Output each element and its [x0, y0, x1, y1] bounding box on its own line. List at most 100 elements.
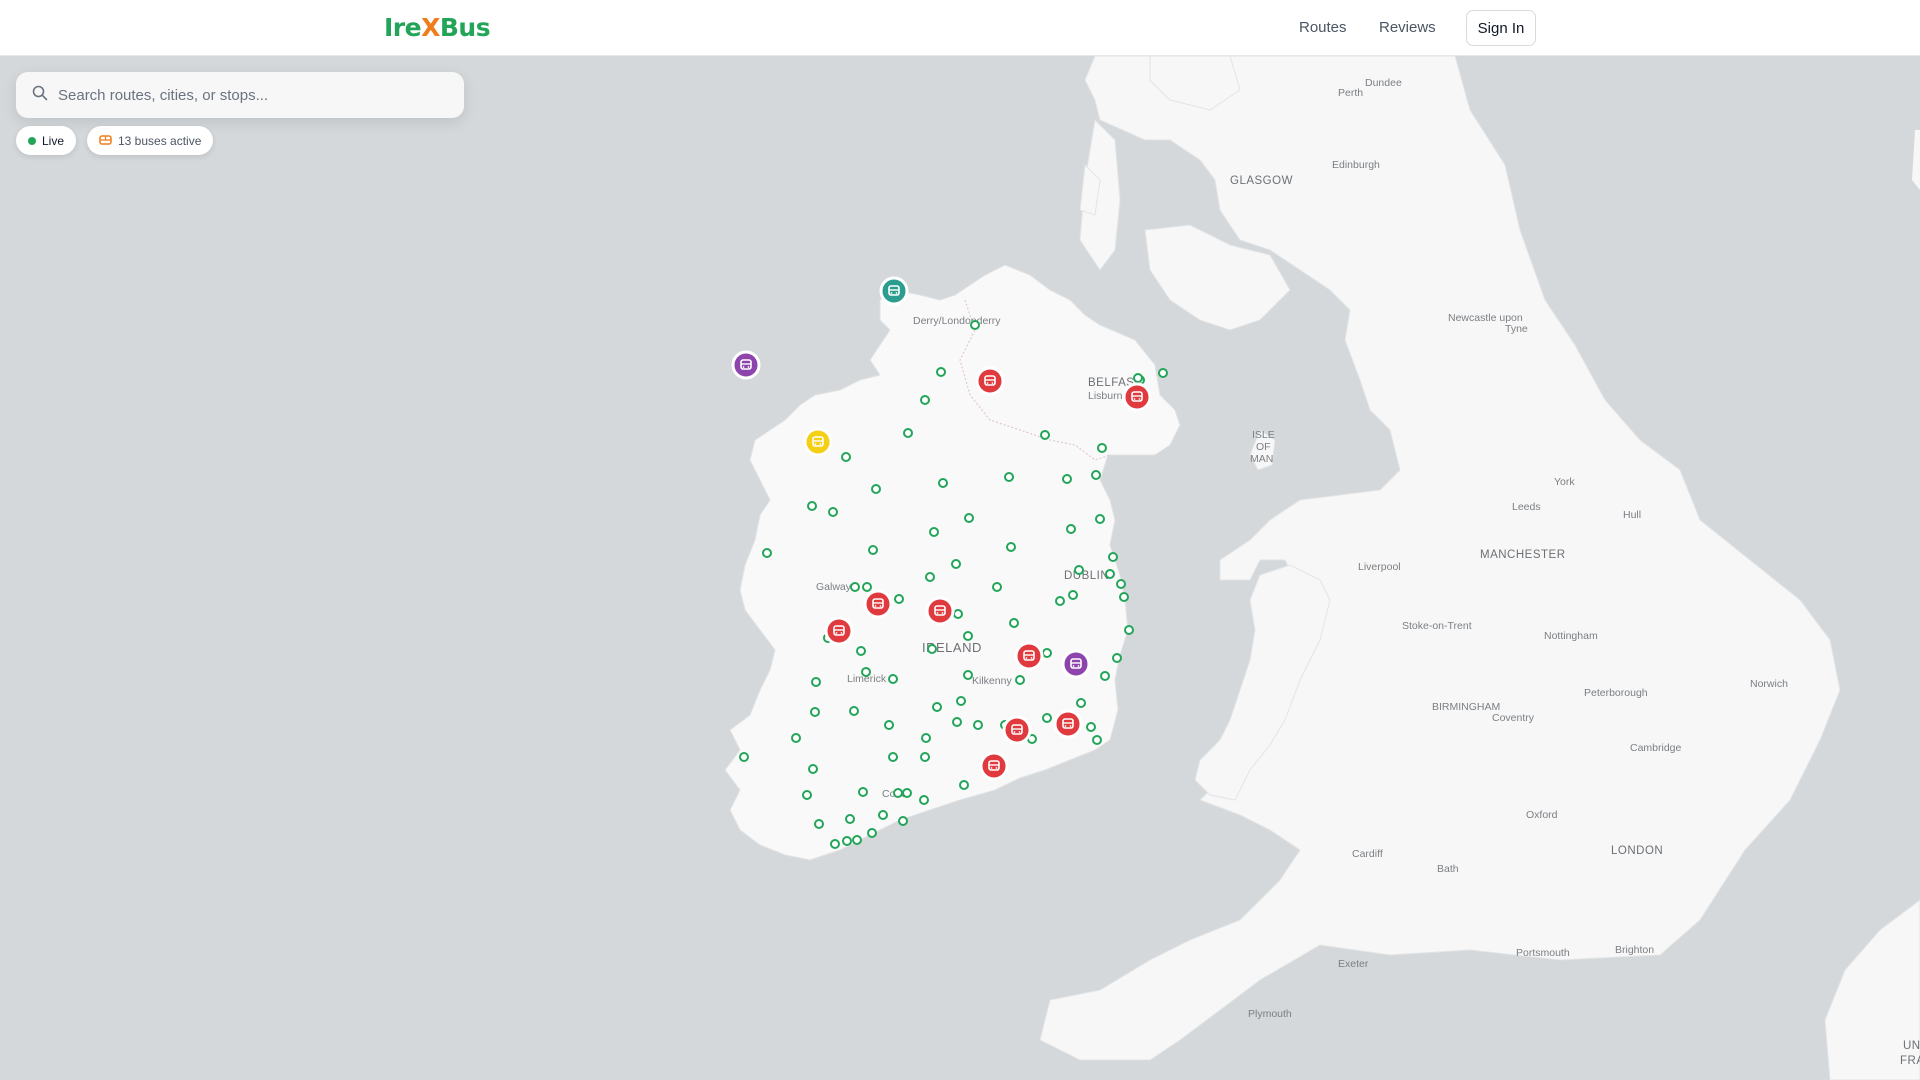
- bus-stop[interactable]: [963, 631, 973, 641]
- bus-stop[interactable]: [878, 810, 888, 820]
- app-logo[interactable]: IreXBus: [384, 13, 491, 42]
- bus-stop[interactable]: [802, 790, 812, 800]
- bus-stop[interactable]: [1042, 648, 1052, 658]
- bus-marker[interactable]: [879, 276, 909, 306]
- map-canvas[interactable]: Perth Dundee Edinburgh GLASGOW Derry/Lon…: [0, 56, 1920, 1080]
- bus-stop[interactable]: [842, 836, 852, 846]
- bus-marker[interactable]: [1122, 382, 1152, 412]
- bus-stop[interactable]: [1015, 675, 1025, 685]
- bus-stop[interactable]: [828, 507, 838, 517]
- bus-stop[interactable]: [925, 572, 935, 582]
- bus-stop[interactable]: [791, 733, 801, 743]
- bus-stop[interactable]: [894, 594, 904, 604]
- bus-marker[interactable]: [1061, 649, 1091, 679]
- bus-stop[interactable]: [739, 752, 749, 762]
- bus-stop[interactable]: [927, 644, 937, 654]
- bus-marker[interactable]: [731, 350, 761, 380]
- bus-stop[interactable]: [920, 752, 930, 762]
- bus-stop[interactable]: [814, 819, 824, 829]
- bus-stop[interactable]: [852, 835, 862, 845]
- bus-marker[interactable]: [803, 427, 833, 457]
- bus-stop[interactable]: [893, 788, 903, 798]
- bus-stop[interactable]: [1062, 474, 1072, 484]
- bus-stop[interactable]: [1108, 552, 1118, 562]
- bus-stop[interactable]: [919, 795, 929, 805]
- bus-stop[interactable]: [862, 582, 872, 592]
- bus-marker[interactable]: [925, 596, 955, 626]
- bus-stop[interactable]: [1091, 470, 1101, 480]
- bus-stop[interactable]: [1097, 443, 1107, 453]
- bus-marker[interactable]: [863, 589, 893, 619]
- bus-stop[interactable]: [871, 484, 881, 494]
- bus-stop[interactable]: [1076, 698, 1086, 708]
- nav-reviews-link[interactable]: Reviews: [1379, 19, 1436, 36]
- bus-marker[interactable]: [979, 751, 1009, 781]
- bus-stop[interactable]: [963, 670, 973, 680]
- bus-stop[interactable]: [1095, 514, 1105, 524]
- bus-stop[interactable]: [921, 733, 931, 743]
- bus-stop[interactable]: [810, 707, 820, 717]
- bus-marker[interactable]: [1014, 641, 1044, 671]
- bus-stop[interactable]: [1066, 524, 1076, 534]
- bus-stop[interactable]: [973, 720, 983, 730]
- bus-stop[interactable]: [850, 582, 860, 592]
- nav-routes-link[interactable]: Routes: [1299, 19, 1347, 36]
- bus-stop[interactable]: [1086, 722, 1096, 732]
- bus-stop[interactable]: [1119, 592, 1129, 602]
- bus-stop[interactable]: [956, 696, 966, 706]
- bus-stop[interactable]: [902, 788, 912, 798]
- bus-stop[interactable]: [884, 720, 894, 730]
- bus-stop[interactable]: [1042, 713, 1052, 723]
- bus-stop[interactable]: [808, 764, 818, 774]
- bus-marker[interactable]: [1053, 709, 1083, 739]
- bus-stop[interactable]: [856, 646, 866, 656]
- bus-stop[interactable]: [762, 548, 772, 558]
- bus-marker[interactable]: [1002, 715, 1032, 745]
- bus-stop[interactable]: [830, 839, 840, 849]
- bus-stop[interactable]: [1068, 590, 1078, 600]
- bus-stop[interactable]: [1100, 671, 1110, 681]
- bus-stop[interactable]: [959, 780, 969, 790]
- bus-stop[interactable]: [936, 367, 946, 377]
- bus-stop[interactable]: [1040, 430, 1050, 440]
- bus-stop[interactable]: [920, 395, 930, 405]
- bus-stop[interactable]: [1112, 653, 1122, 663]
- bus-stop[interactable]: [867, 828, 877, 838]
- sign-in-button[interactable]: Sign In: [1466, 10, 1536, 46]
- bus-stop[interactable]: [1116, 579, 1126, 589]
- bus-marker[interactable]: [824, 616, 854, 646]
- bus-stop[interactable]: [1004, 472, 1014, 482]
- bus-stop[interactable]: [1055, 596, 1065, 606]
- bus-stop[interactable]: [841, 452, 851, 462]
- bus-marker[interactable]: [975, 366, 1005, 396]
- bus-stop[interactable]: [807, 501, 817, 511]
- bus-stop[interactable]: [811, 677, 821, 687]
- bus-stop[interactable]: [951, 559, 961, 569]
- bus-stop[interactable]: [888, 752, 898, 762]
- search-bar[interactable]: [16, 72, 464, 118]
- bus-stop[interactable]: [898, 816, 908, 826]
- bus-stop[interactable]: [952, 717, 962, 727]
- bus-stop[interactable]: [845, 814, 855, 824]
- bus-stop[interactable]: [1158, 368, 1168, 378]
- bus-stop[interactable]: [849, 706, 859, 716]
- bus-stop[interactable]: [929, 527, 939, 537]
- bus-stop[interactable]: [1009, 618, 1019, 628]
- map-view[interactable]: Perth Dundee Edinburgh GLASGOW Derry/Lon…: [0, 56, 1920, 1080]
- bus-stop[interactable]: [1092, 735, 1102, 745]
- bus-stop[interactable]: [953, 609, 963, 619]
- bus-stop[interactable]: [1074, 565, 1084, 575]
- bus-stop[interactable]: [888, 674, 898, 684]
- bus-stop[interactable]: [992, 582, 1002, 592]
- bus-stop[interactable]: [858, 787, 868, 797]
- bus-stop[interactable]: [970, 320, 980, 330]
- bus-stop[interactable]: [903, 428, 913, 438]
- bus-stop[interactable]: [932, 702, 942, 712]
- bus-stop[interactable]: [1105, 569, 1115, 579]
- bus-stop[interactable]: [964, 513, 974, 523]
- bus-stop[interactable]: [868, 545, 878, 555]
- bus-stop[interactable]: [861, 667, 871, 677]
- bus-stop[interactable]: [1133, 373, 1143, 383]
- bus-stop[interactable]: [1006, 542, 1016, 552]
- bus-stop[interactable]: [938, 478, 948, 488]
